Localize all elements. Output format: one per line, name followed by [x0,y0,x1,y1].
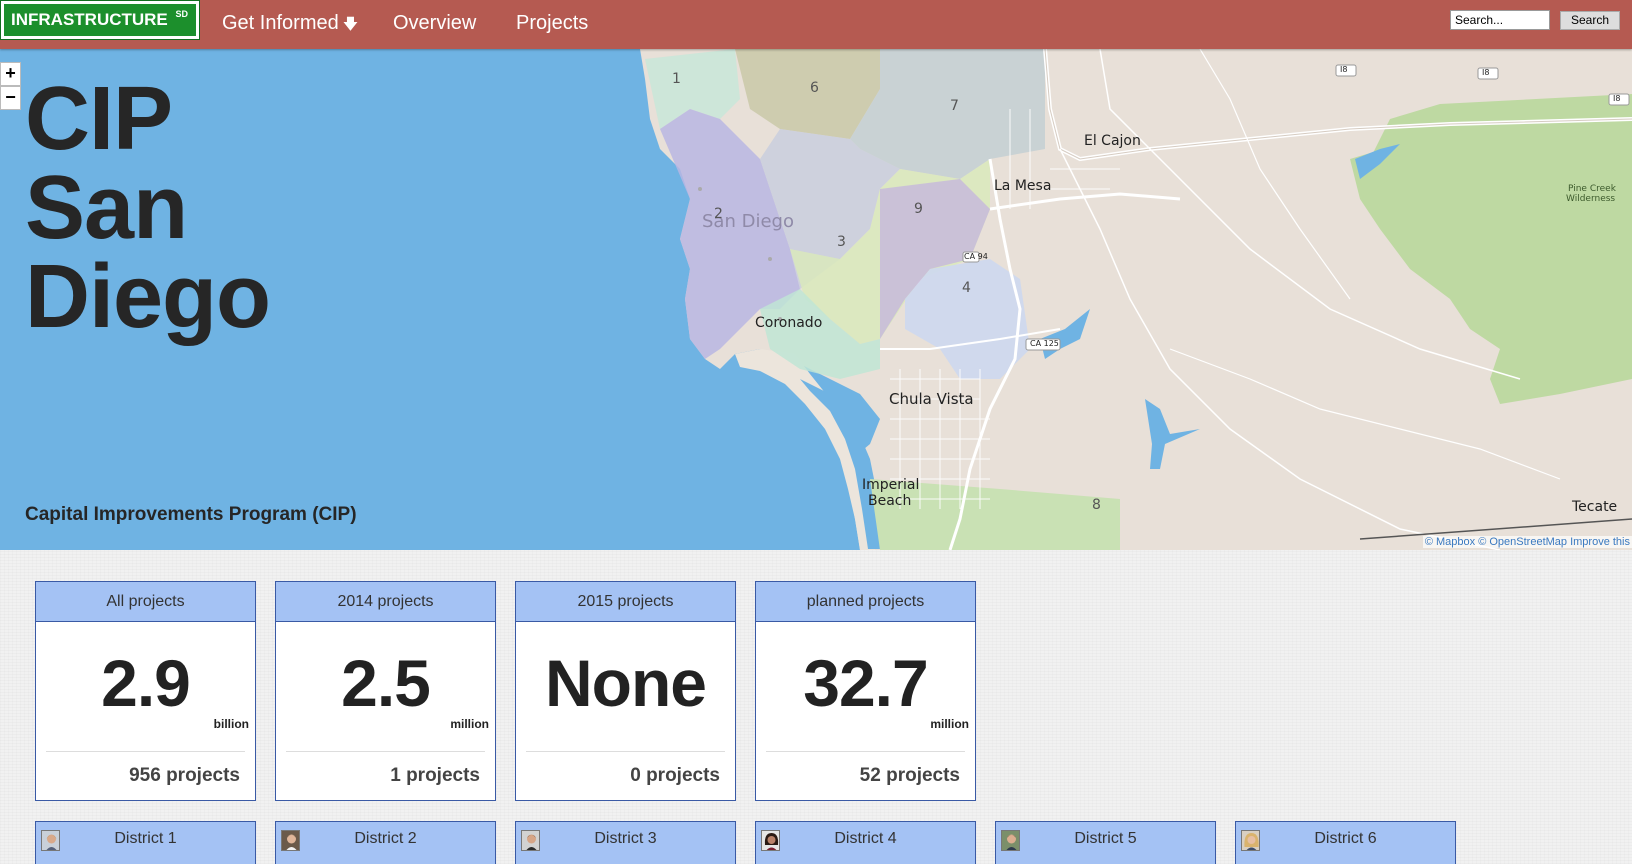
stat-card-title: 2015 projects [516,582,735,622]
district-number-9: 9 [914,201,923,217]
stat-card-title: 2014 projects [276,582,495,622]
district-card-4[interactable]: District 4 [755,821,976,864]
divider [766,751,965,752]
stat-card-2015-projects[interactable]: 2015 projects None 0 projects [515,581,736,801]
district-card-2[interactable]: District 2 [275,821,496,864]
district-card-label: District 6 [1314,830,1377,847]
stat-card-count: 52 projects [859,765,960,786]
page-subtitle: Capital Improvements Program (CIP) [25,504,357,525]
district-card-3[interactable]: District 3 [515,821,736,864]
district-card-label: District 3 [594,830,657,847]
road-label-i8: I8 [1340,65,1348,74]
place-label-tecate: Tecate [1572,499,1618,515]
district-number-8: 8 [1092,497,1101,513]
stat-card-count: 956 projects [129,765,240,786]
stat-card-value: 2.9 [101,646,191,720]
district-card-label: District 4 [834,830,897,847]
district-number-1: 1 [672,71,681,87]
place-label-imperial: Imperial [862,477,920,493]
divider [286,751,485,752]
divider [46,751,245,752]
district-number-7: 7 [950,98,959,114]
page-title: CIP San Diego [25,69,271,347]
infrastructure-sd-logo[interactable]: INFRASTRUCTURE SD [0,0,200,40]
stat-card-value: 32.7 [803,646,928,720]
stat-card-unit: million [930,717,969,731]
arrow-down-icon: 🡇 [342,16,359,33]
page-title-line: CIP [25,69,173,169]
page-title-line: Diego [25,247,271,347]
place-label-wilderness: Wilderness [1566,194,1616,204]
stat-card-planned-projects[interactable]: planned projects 32.7 million 52 project… [755,581,976,801]
district-number-3: 3 [837,234,846,250]
nav-overview[interactable]: Overview [393,10,476,36]
district-number-6: 6 [810,80,819,96]
district-map[interactable]: I8 I8 I8 CA 125 CA 94 El Cajon La Mesa S… [0,49,1632,550]
stat-card-value: None [545,646,707,720]
zoom-in-button[interactable]: + [0,62,21,86]
search-input[interactable] [1450,10,1550,30]
district-number-2: 2 [714,206,723,222]
district-number-4: 4 [962,280,971,296]
stat-card-all-projects[interactable]: All projects 2.9 billion 956 projects [35,581,256,801]
place-label-la-mesa: La Mesa [994,178,1052,194]
stat-card-value: 2.5 [341,646,431,720]
stat-card-title: planned projects [756,582,975,622]
top-navbar: INFRASTRUCTURE SD Get Informed 🡇 Overview… [0,0,1632,49]
map-attribution[interactable]: © Mapbox © OpenStreetMap Improve this [1422,536,1632,548]
nav-get-informed-label: Get Informed [222,12,339,34]
stat-card-unit: billion [213,717,249,731]
place-label-coronado: Coronado [755,315,823,331]
district-card-6[interactable]: District 6 [1235,821,1456,864]
district-card-label: District 2 [354,830,417,847]
road-label-i8: I8 [1613,94,1621,103]
district-card-label: District 1 [114,830,177,847]
stat-card-2014-projects[interactable]: 2014 projects 2.5 million 1 projects [275,581,496,801]
district-card-1[interactable]: District 1 [35,821,256,864]
place-label-chula-vista: Chula Vista [889,390,974,408]
nav-projects[interactable]: Projects [516,10,588,36]
district-card-5[interactable]: District 5 [995,821,1216,864]
place-label-beach: Beach [868,493,912,509]
stat-card-count: 1 projects [390,765,480,786]
brand-superscript: SD [175,9,188,19]
stat-card-count: 0 projects [630,765,720,786]
nav-get-informed[interactable]: Get Informed 🡇 [222,10,358,38]
zoom-out-button[interactable]: − [0,86,21,110]
road-label-i8: I8 [1482,68,1490,77]
road-label-ca94: CA 94 [964,252,988,261]
road-label-ca125: CA 125 [1030,339,1059,348]
place-label-el-cajon: El Cajon [1084,133,1141,149]
divider [526,751,725,752]
district-card-label: District 5 [1074,830,1137,847]
place-label-pine-creek: Pine Creek [1568,184,1616,194]
search-button[interactable]: Search [1560,11,1620,30]
stat-card-title: All projects [36,582,255,622]
stat-card-unit: million [450,717,489,731]
page-title-line: San [25,158,188,258]
brand-text: INFRASTRUCTURE [11,10,168,29]
